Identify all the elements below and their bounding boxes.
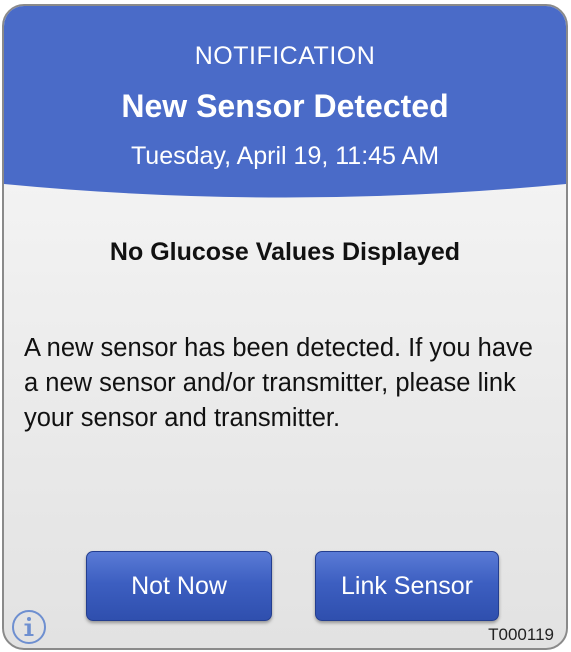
message-text: A new sensor has been detected. If you h…: [24, 334, 533, 432]
info-icon[interactable]: [10, 608, 48, 646]
not-now-button[interactable]: Not Now: [86, 551, 272, 621]
status-subtitle: No Glucose Values Displayed: [109, 238, 461, 266]
screen-code: T000119: [488, 625, 554, 644]
notification-label: NOTIFICATION: [194, 42, 376, 70]
link-sensor-button[interactable]: Link Sensor: [315, 551, 499, 621]
notification-title: New Sensor Detected: [121, 88, 449, 124]
notification-datetime: Tuesday, April 19, 11:45 AM: [130, 142, 440, 170]
header-band: NOTIFICATION New Sensor Detected Tuesday…: [4, 6, 566, 216]
notification-dialog: NOTIFICATION New Sensor Detected Tuesday…: [2, 4, 568, 650]
